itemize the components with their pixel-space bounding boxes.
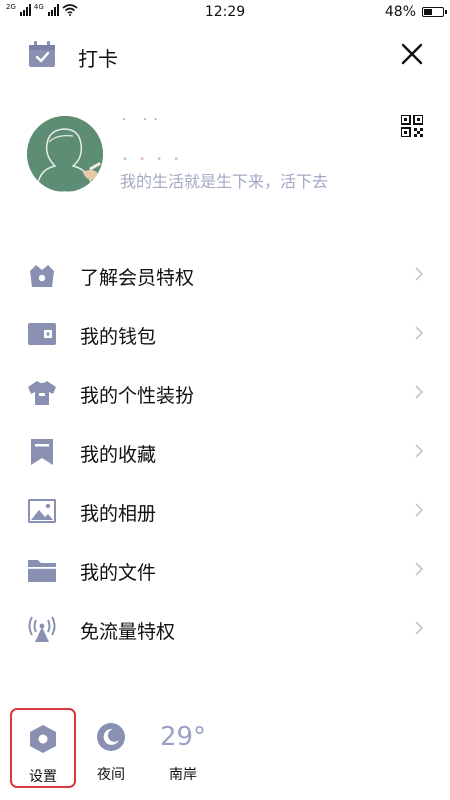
wallet-icon: [28, 323, 56, 345]
menu-item-label: 我的相册: [80, 503, 157, 525]
settings-label: 设置: [29, 769, 57, 785]
drawer-menu: 了解会员特权 我的钱包 我的个性装扮 我的收藏 我的相册 我的文件 免流量特权: [0, 246, 450, 659]
menu-item-personalize[interactable]: 我的个性装扮: [0, 364, 450, 423]
menu-item-label: 我的收藏: [80, 444, 157, 466]
menu-item-wallet[interactable]: 我的钱包: [0, 305, 450, 364]
status-bar: 2G 4G 12:29 48%: [0, 0, 450, 24]
night-mode-label: 夜间: [97, 767, 125, 783]
weather-widget[interactable]: 29° 南岸: [150, 708, 216, 788]
temperature: 29°: [159, 722, 207, 752]
settings-button[interactable]: 设置: [10, 708, 76, 788]
battery-percent: 48%: [384, 4, 416, 20]
close-icon[interactable]: [400, 42, 424, 66]
drawer-footer: 设置 夜间 29° 南岸: [0, 708, 450, 790]
menu-item-label: 我的钱包: [80, 326, 157, 348]
signature-text[interactable]: 我的生活就是生下来，活下去: [120, 168, 328, 192]
nickname-blurred: · ··: [122, 112, 164, 128]
city-label: 南岸: [169, 767, 197, 783]
profile-section: · ·· • • • • 我的生活就是生下来，活下去: [0, 110, 450, 200]
check-in-label[interactable]: 打卡: [78, 43, 118, 72]
calendar-check-icon[interactable]: [28, 40, 56, 68]
menu-item-favorites[interactable]: 我的收藏: [0, 423, 450, 482]
crown-icon: [30, 265, 54, 287]
folder-icon: [28, 560, 56, 582]
menu-item-free-data[interactable]: 免流量特权: [0, 600, 450, 659]
moon-icon: [97, 723, 125, 751]
menu-item-album[interactable]: 我的相册: [0, 482, 450, 541]
menu-item-vip-privileges[interactable]: 了解会员特权: [0, 246, 450, 305]
chevron-right-icon: [415, 621, 424, 635]
menu-item-label: 了解会员特权: [80, 267, 195, 289]
chevron-right-icon: [415, 326, 424, 340]
signal-tower-icon: [28, 616, 56, 642]
bookmark-icon: [31, 439, 53, 465]
avatar[interactable]: [27, 116, 103, 192]
chevron-right-icon: [415, 562, 424, 576]
clock: 12:29: [204, 4, 246, 20]
drawer-header: 打卡: [0, 32, 450, 78]
settings-hex-icon: [30, 725, 56, 753]
image-icon: [28, 499, 56, 523]
shirt-icon: [28, 381, 56, 405]
menu-item-label: 我的个性装扮: [80, 385, 195, 407]
menu-item-label: 免流量特权: [80, 621, 176, 643]
battery-icon: [422, 7, 447, 17]
chevron-right-icon: [415, 444, 424, 458]
menu-item-label: 我的文件: [80, 562, 157, 584]
chevron-right-icon: [415, 267, 424, 281]
avatar-image: [27, 116, 103, 192]
level-dots: • • • •: [122, 154, 184, 165]
chevron-right-icon: [415, 385, 424, 399]
qr-code-icon[interactable]: [401, 115, 423, 137]
menu-item-files[interactable]: 我的文件: [0, 541, 450, 600]
battery-status: 48%: [384, 4, 447, 20]
night-mode-button[interactable]: 夜间: [78, 708, 144, 788]
chevron-right-icon: [415, 503, 424, 517]
